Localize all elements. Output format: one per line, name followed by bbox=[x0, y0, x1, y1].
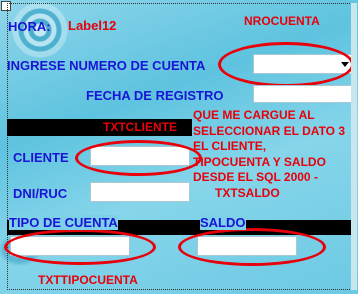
annotation-note-line-4: TIPOCUENTA Y SALDO bbox=[193, 154, 326, 169]
annotation-note-line-2: SELECCIONAR EL DATO 3 bbox=[193, 123, 346, 138]
ingrese-cuenta-label: INGRESE NUMERO DE CUENTA bbox=[7, 58, 206, 73]
annotation-oval-saldo bbox=[178, 228, 326, 266]
annotation-oval-tipo bbox=[4, 229, 156, 265]
cliente-label: CLIENTE bbox=[13, 150, 69, 165]
annotation-txtcliente: TXTCLIENTE bbox=[103, 120, 177, 134]
annotation-oval-cuenta bbox=[218, 42, 354, 87]
annotation-note-line-3: EL CLIENTE, bbox=[193, 139, 267, 153]
annotation-txttipocuenta: TXTTIPOCUENTA bbox=[38, 273, 138, 287]
saldo-label: SALDO bbox=[200, 215, 246, 230]
annotation-note-line-1: QUE ME CARGUE AL bbox=[193, 108, 315, 122]
fecha-registro-label: FECHA DE REGISTRO bbox=[86, 88, 224, 103]
form-canvas: HORA: Label12 NROCUENTA INGRESE NUMERO D… bbox=[0, 0, 358, 294]
annotation-oval-cliente bbox=[75, 140, 202, 176]
fecha-registro-field[interactable] bbox=[253, 85, 353, 103]
tipo-cuenta-label: TIPO DE CUENTA bbox=[9, 215, 118, 230]
dni-ruc-label: DNI/RUC bbox=[13, 186, 68, 201]
dni-ruc-field[interactable] bbox=[90, 182, 190, 202]
hora-label: HORA: bbox=[8, 19, 51, 34]
annotation-note-line-5: DESDE EL SQL 2000 - bbox=[193, 170, 318, 184]
form-right-edge bbox=[351, 3, 357, 290]
label12: Label12 bbox=[68, 18, 117, 33]
annotation-nrocuenta: NROCUENTA bbox=[244, 14, 320, 28]
annotation-note: QUE ME CARGUE AL SELECCIONAR EL DATO 3 E… bbox=[193, 108, 345, 201]
annotation-note-line-6: TXTSALDO bbox=[215, 185, 280, 200]
